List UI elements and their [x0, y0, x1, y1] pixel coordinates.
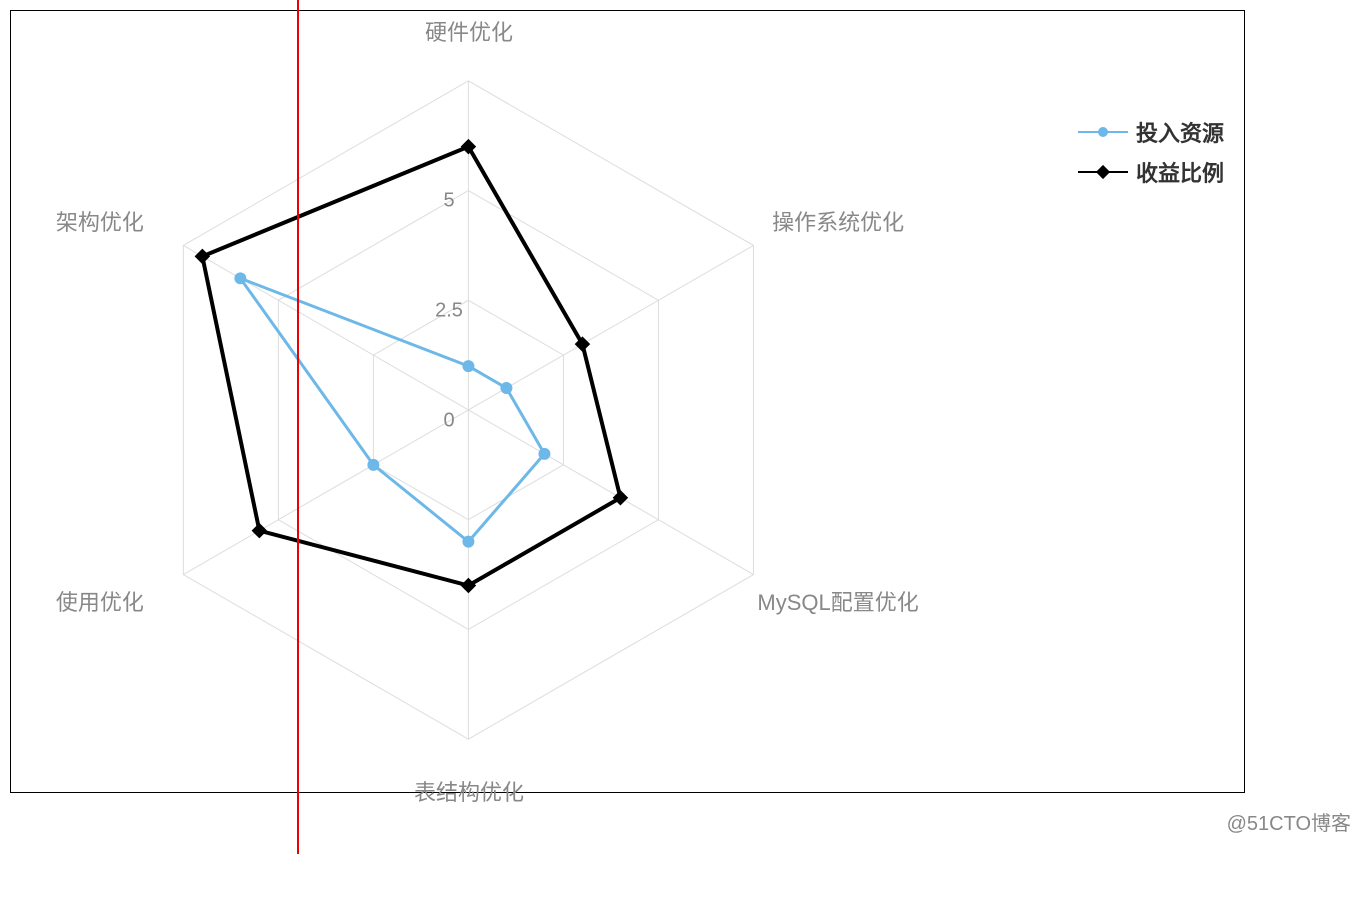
legend-label-0: 投入资源	[1136, 116, 1224, 148]
radar-chart: 硬件优化操作系统优化MySQL配置优化表结构优化使用优化架构优化02.55 投入…	[10, 10, 1245, 793]
legend-item-1[interactable]: 收益比例	[1078, 156, 1224, 188]
legend: 投入资源 收益比例	[1078, 116, 1224, 188]
axis-label-5: 架构优化	[56, 205, 144, 237]
axis-label-1: 操作系统优化	[772, 205, 904, 237]
tick-label: 0	[443, 410, 454, 433]
legend-label-1: 收益比例	[1136, 156, 1224, 188]
axis-label-3: 表结构优化	[414, 775, 524, 807]
radar-svg	[11, 11, 1244, 792]
red-vertical-line-annotation	[297, 0, 299, 854]
legend-marker-diamond-icon	[1078, 171, 1128, 173]
axis-label-2: MySQL配置优化	[757, 585, 918, 617]
watermark: @51CTO博客	[1227, 807, 1351, 836]
tick-label: 5	[443, 190, 454, 213]
legend-item-0[interactable]: 投入资源	[1078, 116, 1224, 148]
legend-marker-circle-icon	[1078, 131, 1128, 133]
tick-label: 2.5	[435, 300, 463, 323]
axis-label-4: 使用优化	[56, 585, 144, 617]
axis-label-0: 硬件优化	[425, 15, 513, 47]
